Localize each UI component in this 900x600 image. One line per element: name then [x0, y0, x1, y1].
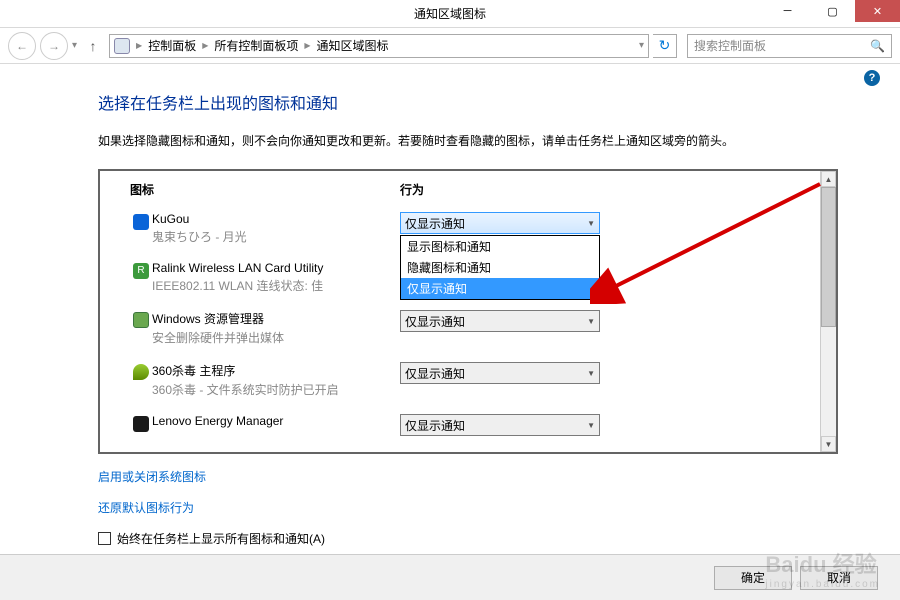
- icon-subtitle: 鬼束ちひろ - 月光: [152, 228, 400, 245]
- chevron-down-icon: ▼: [587, 317, 595, 326]
- kugou-icon: [133, 214, 149, 230]
- up-button[interactable]: ↑: [81, 34, 105, 58]
- icon-subtitle: IEEE802.11 WLAN 连线状态: 佳: [152, 277, 400, 294]
- lenovo-icon: [133, 416, 149, 432]
- icon-settings-panel: 图标 行为 KuGou 鬼束ちひろ - 月光 仅显示通知 ▼ 显示图标和通知: [98, 169, 838, 454]
- select-value: 仅显示通知: [405, 417, 465, 434]
- behavior-dropdown: 显示图标和通知 隐藏图标和通知 仅显示通知: [400, 235, 600, 300]
- close-button[interactable]: ✕: [855, 0, 900, 22]
- chevron-down-icon: ▼: [587, 369, 595, 378]
- page-description: 如果选择隐藏图标和通知，则不会向你通知更改和更新。若要随时查看隐藏的图标，请单击…: [98, 132, 900, 149]
- chevron-right-icon: ▶: [202, 41, 208, 50]
- toggle-system-icons-link[interactable]: 启用或关闭系统图标: [98, 468, 900, 485]
- usb-icon: [133, 312, 149, 328]
- behavior-select[interactable]: 仅显示通知 ▼ 显示图标和通知 隐藏图标和通知 仅显示通知: [400, 212, 600, 234]
- search-icon: 🔍: [870, 39, 885, 53]
- icon-name: Windows 资源管理器: [152, 310, 400, 327]
- chevron-right-icon: ▶: [304, 41, 310, 50]
- always-show-checkbox[interactable]: [98, 532, 111, 545]
- chevron-down-icon[interactable]: ▾: [639, 40, 644, 51]
- minimize-button[interactable]: ─: [765, 0, 810, 22]
- icon-name: Lenovo Energy Manager: [152, 414, 400, 428]
- dropdown-option[interactable]: 仅显示通知: [401, 278, 599, 299]
- behavior-select[interactable]: 仅显示通知 ▼: [400, 414, 600, 436]
- icon-row: 360杀毒 主程序 360杀毒 - 文件系统实时防护已开启 仅显示通知 ▼: [130, 354, 790, 406]
- icon-name: Ralink Wireless LAN Card Utility: [152, 261, 400, 275]
- chevron-down-icon: ▼: [587, 219, 595, 228]
- scroll-up-button[interactable]: ▲: [821, 171, 836, 187]
- breadcrumb-item[interactable]: 控制面板: [148, 37, 196, 54]
- breadcrumb-item[interactable]: 通知区域图标: [317, 37, 389, 54]
- column-header-icon: 图标: [130, 181, 400, 198]
- column-header-behavior: 行为: [400, 181, 700, 198]
- pc-icon: [114, 38, 130, 54]
- dropdown-option[interactable]: 隐藏图标和通知: [401, 257, 599, 278]
- select-value: 仅显示通知: [405, 365, 465, 382]
- select-value: 仅显示通知: [405, 215, 465, 232]
- restore-defaults-link[interactable]: 还原默认图标行为: [98, 499, 900, 516]
- forward-button[interactable]: →: [40, 32, 68, 60]
- breadcrumb-item[interactable]: 所有控制面板项: [214, 37, 298, 54]
- window-title: 通知区域图标: [414, 5, 486, 22]
- behavior-select[interactable]: 仅显示通知 ▼: [400, 362, 600, 384]
- checkbox-label: 始终在任务栏上显示所有图标和通知(A): [117, 530, 325, 547]
- icon-row: KuGou 鬼束ちひろ - 月光 仅显示通知 ▼ 显示图标和通知 隐藏图标和通知…: [130, 204, 790, 253]
- icon-name: KuGou: [152, 212, 400, 226]
- watermark: Baidu 经验 jingyan.baidu.com: [765, 547, 880, 590]
- search-placeholder: 搜索控制面板: [694, 37, 766, 54]
- scrollbar-thumb[interactable]: [821, 187, 836, 327]
- behavior-select[interactable]: 仅显示通知 ▼: [400, 310, 600, 332]
- select-value: 仅显示通知: [405, 313, 465, 330]
- breadcrumb[interactable]: ▶ 控制面板 ▶ 所有控制面板项 ▶ 通知区域图标 ▾: [109, 34, 649, 58]
- chevron-down-icon: ▼: [587, 421, 595, 430]
- ralink-icon: R: [133, 263, 149, 279]
- scroll-down-button[interactable]: ▼: [821, 436, 836, 452]
- icon-subtitle: 安全删除硬件并弹出媒体: [152, 329, 400, 346]
- dropdown-option[interactable]: 显示图标和通知: [401, 236, 599, 257]
- icon-row: Lenovo Energy Manager 仅显示通知 ▼: [130, 406, 790, 444]
- chevron-right-icon: ▶: [136, 41, 142, 50]
- page-heading: 选择在任务栏上出现的图标和通知: [98, 90, 900, 114]
- search-input[interactable]: 搜索控制面板 🔍: [687, 34, 892, 58]
- history-chevron-icon[interactable]: ▾: [72, 40, 77, 51]
- scrollbar[interactable]: ▲ ▼: [820, 171, 836, 452]
- icon-name: 360杀毒 主程序: [152, 362, 400, 379]
- icon-row: Windows 资源管理器 安全删除硬件并弹出媒体 仅显示通知 ▼: [130, 302, 790, 354]
- icon-subtitle: 360杀毒 - 文件系统实时防护已开启: [152, 381, 400, 398]
- help-icon[interactable]: ?: [864, 70, 880, 86]
- maximize-button[interactable]: ▢: [810, 0, 855, 22]
- shield-icon: [133, 364, 149, 380]
- back-button[interactable]: ←: [8, 32, 36, 60]
- refresh-button[interactable]: ↻: [653, 34, 677, 58]
